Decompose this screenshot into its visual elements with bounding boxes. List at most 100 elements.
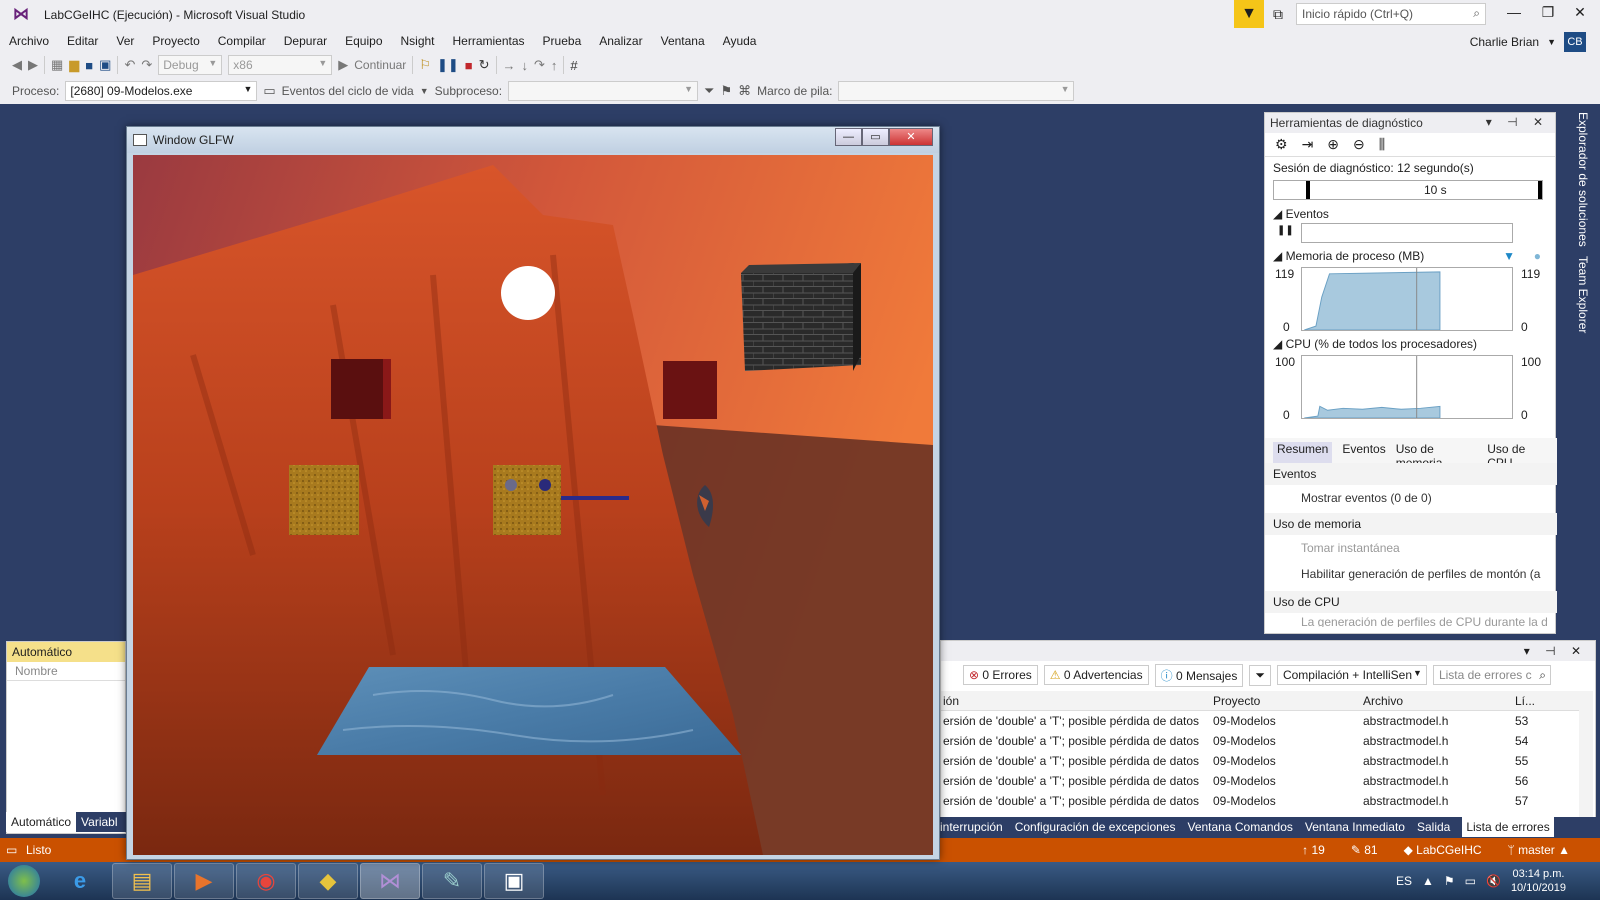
messages-filter-button[interactable]: ⓘ 0 Mensajes xyxy=(1154,663,1244,687)
window-controls[interactable]: ▾ ⊣ ✕ xyxy=(1524,644,1587,658)
zoom-in-icon[interactable]: ⊕ xyxy=(1327,136,1339,153)
menu-item-ayuda[interactable]: Ayuda xyxy=(714,34,766,48)
show-next-statement-icon[interactable]: → xyxy=(503,58,516,73)
open-folder-icon[interactable]: ▆ xyxy=(69,57,79,73)
glfw-title-bar[interactable]: Window GLFW — ▭ ✕ xyxy=(127,127,939,153)
paint-icon[interactable]: ✎ xyxy=(422,863,482,899)
filter-toggle-button[interactable]: ⏷ xyxy=(1249,664,1271,686)
file-column-header[interactable]: Archivo xyxy=(1363,694,1515,708)
back-icon[interactable]: ◀ xyxy=(12,57,22,73)
lifecycle-events-button[interactable]: Eventos del ciclo de vida xyxy=(282,84,414,98)
chevron-down-icon[interactable]: ▼ xyxy=(1547,37,1556,47)
name-column-header[interactable]: Nombre xyxy=(7,662,125,681)
gear-icon[interactable]: ⚙ xyxy=(1275,136,1288,153)
tab-variables[interactable]: Variabl xyxy=(76,812,122,832)
hex-display-icon[interactable]: # xyxy=(570,58,577,73)
glfw-minimize-button[interactable]: — xyxy=(835,128,862,146)
flag-icon[interactable]: ⚑ xyxy=(720,83,732,99)
user-name[interactable]: Charlie Brian xyxy=(1470,35,1539,49)
menu-item-compilar[interactable]: Compilar xyxy=(209,34,275,48)
description-column-header[interactable]: ión xyxy=(941,694,1213,708)
network-icon[interactable]: ▭ xyxy=(1465,874,1476,888)
avatar[interactable]: CB xyxy=(1564,32,1586,52)
tab-ventana-inmediato[interactable]: Ventana Inmediato xyxy=(1305,817,1405,837)
show-events-link[interactable]: Mostrar eventos (0 de 0) xyxy=(1265,485,1557,511)
menu-item-nsight[interactable]: Nsight xyxy=(392,34,444,48)
tab-team-explorer[interactable]: Team Explorer xyxy=(1576,256,1590,333)
configuration-select[interactable]: Debug ▼ xyxy=(158,55,223,75)
timeline-start-handle[interactable] xyxy=(1306,181,1310,199)
table-row[interactable]: ersión de 'double' a 'T'; posible pérdid… xyxy=(941,711,1581,731)
internet-explorer-icon[interactable]: e xyxy=(50,863,110,899)
export-icon[interactable]: ⇥ xyxy=(1302,136,1314,153)
glfw-maximize-button[interactable]: ▭ xyxy=(862,128,889,146)
quick-launch-input[interactable]: Inicio rápido (Ctrl+Q) ⌕ xyxy=(1296,3,1486,25)
stop-icon[interactable]: ■ xyxy=(465,58,473,73)
restart-icon[interactable]: ↻ xyxy=(479,57,490,73)
process-select[interactable]: [2680] 09-Modelos.exe ▼ xyxy=(65,81,258,101)
repository-name[interactable]: ◆ LabCGeIHC xyxy=(1404,843,1482,857)
menu-item-editar[interactable]: Editar xyxy=(58,34,107,48)
menu-item-proyecto[interactable]: Proyecto xyxy=(143,34,208,48)
error-search-input[interactable]: Lista de errores c ⌕ xyxy=(1432,665,1551,685)
tab-ventana-comandos[interactable]: Ventana Comandos xyxy=(1187,817,1292,837)
zoom-out-icon[interactable]: ⊖ xyxy=(1353,136,1365,153)
lifecycle-events-icon[interactable]: ▭ xyxy=(263,83,275,99)
menu-item-archivo[interactable]: Archivo xyxy=(0,34,58,48)
chrome-icon[interactable]: ◉ xyxy=(236,863,296,899)
project-column-header[interactable]: Proyecto xyxy=(1213,694,1363,708)
branch-name[interactable]: ᛘ master ▲ xyxy=(1508,843,1570,857)
menu-item-equipo[interactable]: Equipo xyxy=(336,34,391,48)
save-icon[interactable]: ■ xyxy=(85,58,93,73)
start-button[interactable] xyxy=(0,863,48,899)
opengl-render-canvas[interactable] xyxy=(133,155,933,855)
glfw-close-button[interactable]: ✕ xyxy=(889,128,933,146)
glfw-window-taskbar-icon[interactable]: ▣ xyxy=(484,863,544,899)
language-indicator[interactable]: ES xyxy=(1396,874,1412,888)
pending-changes[interactable]: ✎ 81 xyxy=(1351,843,1378,857)
step-into-icon[interactable]: ↓ xyxy=(522,58,529,73)
table-row[interactable]: ersión de 'double' a 'T'; posible pérdid… xyxy=(941,791,1581,811)
tab-lista-de-errores[interactable]: Lista de errores xyxy=(1462,817,1554,837)
user-account[interactable]: Charlie Brian ▼ CB xyxy=(1470,32,1586,52)
error-list-scrollbar[interactable] xyxy=(1579,691,1593,821)
feedback-filter-icon[interactable]: ▼ xyxy=(1234,0,1264,28)
errors-filter-button[interactable]: ⊗ 0 Errores xyxy=(963,665,1038,685)
tab-interrupci-n[interactable]: interrupción xyxy=(940,817,1003,837)
cpu-graph[interactable] xyxy=(1301,355,1513,419)
continue-button[interactable]: Continuar xyxy=(354,58,406,72)
cpu-section-header[interactable]: ◢ CPU (% de todos los procesadores) xyxy=(1265,335,1485,353)
menu-item-ventana[interactable]: Ventana xyxy=(652,34,714,48)
window-controls[interactable]: ▾ ⊣ ✕ xyxy=(1486,115,1549,129)
tab-solution-explorer[interactable]: Explorador de soluciones xyxy=(1576,112,1590,247)
unpushed-commits[interactable]: ↑ 19 xyxy=(1302,843,1325,857)
pause-icon[interactable]: ❚❚ xyxy=(1277,225,1294,236)
heap-profiling-toggle[interactable]: Habilitar generación de perfiles de mont… xyxy=(1265,561,1557,587)
app-icon[interactable]: ◆ xyxy=(298,863,358,899)
tab-autos[interactable]: Automático xyxy=(6,812,77,832)
glfw-window[interactable]: Window GLFW — ▭ ✕ xyxy=(126,126,940,860)
media-player-icon[interactable]: ▶ xyxy=(174,863,234,899)
tab-salida[interactable]: Salida xyxy=(1417,817,1450,837)
events-section-header[interactable]: ◢ Eventos xyxy=(1265,205,1337,223)
platform-select[interactable]: x86 ▼ xyxy=(228,55,333,75)
forward-icon[interactable]: ▶ xyxy=(28,57,38,73)
memory-section-header[interactable]: ◢ Memoria de proceso (MB) ▼ ● xyxy=(1265,247,1555,265)
chevron-down-icon[interactable]: ▼ xyxy=(420,86,429,96)
table-row[interactable]: ersión de 'double' a 'T'; posible pérdid… xyxy=(941,751,1581,771)
table-row[interactable]: ersión de 'double' a 'T'; posible pérdid… xyxy=(941,771,1581,791)
restore-button[interactable]: ❐ xyxy=(1534,4,1562,21)
table-row[interactable]: ersión de 'double' a 'T'; posible pérdid… xyxy=(941,731,1581,751)
thread-select[interactable]: ▼ xyxy=(508,81,699,101)
timeline-ruler[interactable]: 10 s xyxy=(1273,180,1543,200)
menu-item-depurar[interactable]: Depurar xyxy=(275,34,336,48)
play-icon[interactable]: ▶ xyxy=(338,57,348,73)
pause-icon[interactable]: ❚❚ xyxy=(437,57,459,73)
menu-item-herramientas[interactable]: Herramientas xyxy=(444,34,534,48)
menu-item-analizar[interactable]: Analizar xyxy=(590,34,651,48)
visual-studio-taskbar-icon[interactable]: ⋈ xyxy=(360,863,420,899)
timeline-end-handle[interactable] xyxy=(1538,181,1542,199)
new-project-icon[interactable]: ▦ xyxy=(51,57,63,73)
take-snapshot-button[interactable]: Tomar instantánea xyxy=(1265,535,1557,561)
close-button[interactable]: ✕ xyxy=(1566,4,1594,21)
